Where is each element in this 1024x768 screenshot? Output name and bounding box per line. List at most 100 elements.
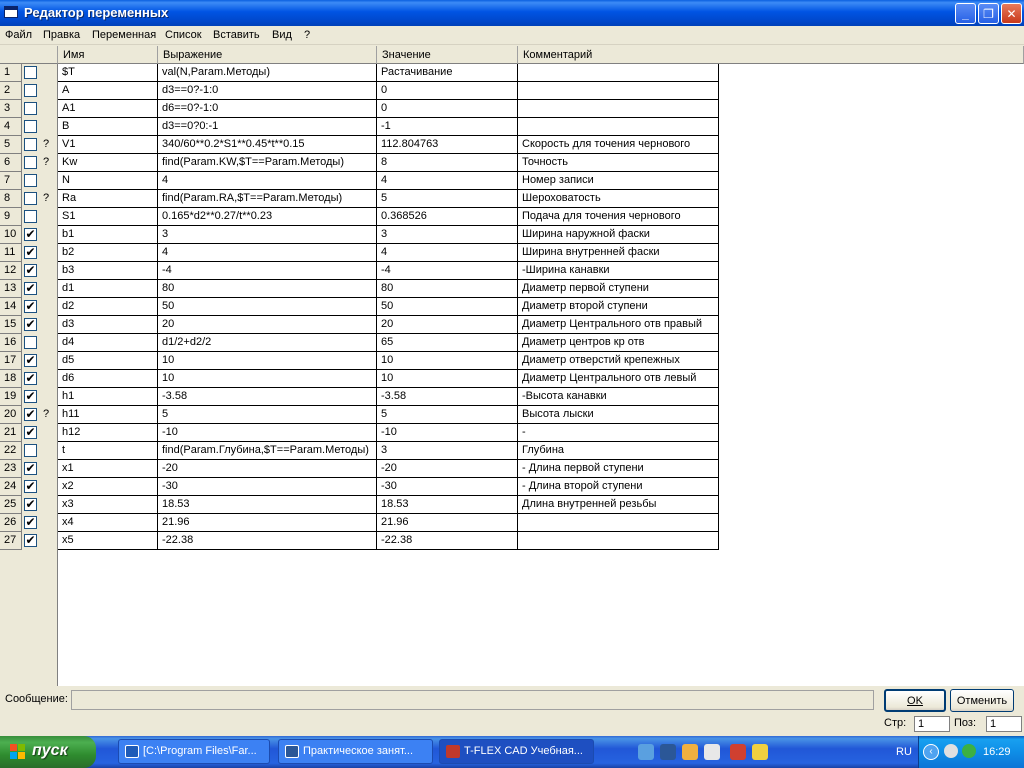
cell-value[interactable]: 50 (377, 298, 518, 316)
cancel-button[interactable]: Отменить (950, 689, 1014, 712)
external-checkbox[interactable] (24, 138, 37, 151)
row-header[interactable]: 15 ✔ (0, 316, 58, 334)
cell-comment[interactable]: Ширина внутренней фаски (518, 244, 719, 262)
cell-name[interactable]: x1 (58, 460, 158, 478)
row-header[interactable]: 17 ✔ (0, 352, 58, 370)
cell-comment[interactable]: Точность (518, 154, 719, 172)
task-word[interactable]: Практическое занят... (278, 739, 433, 764)
row-header[interactable]: 4 (0, 118, 58, 136)
quicklaunch-icon-6[interactable] (752, 744, 768, 760)
cell-value[interactable]: -1 (377, 118, 518, 136)
cell-value[interactable]: -20 (377, 460, 518, 478)
task-tflex[interactable]: T-FLEX CAD Учебная... (439, 739, 594, 764)
cell-name[interactable]: d6 (58, 370, 158, 388)
quicklaunch-icon-5[interactable] (730, 744, 746, 760)
cell-name[interactable]: d2 (58, 298, 158, 316)
cell-comment[interactable] (518, 100, 719, 118)
cell-expression[interactable]: 10 (158, 352, 377, 370)
cell-expression[interactable]: 4 (158, 244, 377, 262)
column-header-comment[interactable]: Комментарий (518, 46, 1024, 64)
cell-comment[interactable]: - (518, 424, 719, 442)
row-header[interactable]: 22 (0, 442, 58, 460)
row-header[interactable]: 14 ✔ (0, 298, 58, 316)
cell-value[interactable]: -10 (377, 424, 518, 442)
cell-expression[interactable]: 5 (158, 406, 377, 424)
row-header[interactable]: 10 ✔ (0, 226, 58, 244)
cell-name[interactable]: x4 (58, 514, 158, 532)
cell-comment[interactable]: Шероховатость (518, 190, 719, 208)
external-checkbox[interactable]: ✔ (24, 462, 37, 475)
column-header-value[interactable]: Значение (377, 46, 518, 64)
cell-value[interactable]: 10 (377, 352, 518, 370)
cell-name[interactable]: h11 (58, 406, 158, 424)
menu-view[interactable]: Вид (272, 29, 292, 41)
cell-value[interactable]: 0.368526 (377, 208, 518, 226)
row-header[interactable]: 23 ✔ (0, 460, 58, 478)
row-header[interactable]: 13 ✔ (0, 280, 58, 298)
cell-comment[interactable]: Диаметр Центрального отв левый (518, 370, 719, 388)
cell-value[interactable]: 5 (377, 406, 518, 424)
cell-value[interactable]: 80 (377, 280, 518, 298)
cell-value[interactable]: 18.53 (377, 496, 518, 514)
variables-grid[interactable]: Имя Выражение Значение Комментарий 1 $T va… (0, 46, 1024, 686)
cell-name[interactable]: t (58, 442, 158, 460)
menu-file[interactable]: Файл (5, 29, 32, 41)
external-checkbox[interactable] (24, 444, 37, 457)
title-bar[interactable]: Редактор переменных _ ❐ ✕ (0, 0, 1024, 26)
row-header[interactable]: 5? (0, 136, 58, 154)
row-header[interactable]: 25 ✔ (0, 496, 58, 514)
menu-edit[interactable]: Правка (43, 29, 80, 41)
cell-expression[interactable]: -10 (158, 424, 377, 442)
row-header[interactable]: 26 ✔ (0, 514, 58, 532)
cell-comment[interactable]: Высота лыски (518, 406, 719, 424)
row-header[interactable]: 1 (0, 64, 58, 82)
tray-expand-icon[interactable]: ‹ (923, 744, 939, 760)
external-checkbox[interactable] (24, 120, 37, 133)
cell-comment[interactable]: Подача для точения чернового (518, 208, 719, 226)
row-header[interactable]: 12 ✔ (0, 262, 58, 280)
cell-comment[interactable]: -Высота канавки (518, 388, 719, 406)
cell-comment[interactable]: Диаметр отверстий крепежных (518, 352, 719, 370)
cell-expression[interactable]: d3==0?-1:0 (158, 82, 377, 100)
cell-expression[interactable]: 4 (158, 172, 377, 190)
cell-name[interactable]: V1 (58, 136, 158, 154)
cell-expression[interactable]: 80 (158, 280, 377, 298)
cell-name[interactable]: d1 (58, 280, 158, 298)
cell-name[interactable]: h12 (58, 424, 158, 442)
external-checkbox[interactable]: ✔ (24, 516, 37, 529)
cell-expression[interactable]: find(Param.Глубина,$T==Param.Методы) (158, 442, 377, 460)
task-far[interactable]: [C:\Program Files\Far... (118, 739, 270, 764)
external-checkbox[interactable]: ✔ (24, 354, 37, 367)
external-checkbox[interactable]: ✔ (24, 228, 37, 241)
cell-value[interactable]: 3 (377, 226, 518, 244)
cell-comment[interactable]: Скорость для точения чернового (518, 136, 719, 154)
cell-comment[interactable]: - Длина второй ступени (518, 478, 719, 496)
cell-comment[interactable]: Диаметр второй ступени (518, 298, 719, 316)
cell-value[interactable]: 112.804763 (377, 136, 518, 154)
cell-expression[interactable]: find(Param.KW,$T==Param.Методы) (158, 154, 377, 172)
cell-expression[interactable]: -22.38 (158, 532, 377, 550)
cell-expression[interactable]: 0.165*d2**0.27/t**0.23 (158, 208, 377, 226)
cell-value[interactable]: Растачивание (377, 64, 518, 82)
quicklaunch-icon-2[interactable] (660, 744, 676, 760)
cell-expression[interactable]: -20 (158, 460, 377, 478)
cell-expression[interactable]: -30 (158, 478, 377, 496)
external-checkbox[interactable]: ✔ (24, 408, 37, 421)
cell-comment[interactable]: Диаметр Центрального отв правый (518, 316, 719, 334)
quicklaunch-icon-4[interactable] (704, 744, 720, 760)
cell-expression[interactable]: 10 (158, 370, 377, 388)
row-header[interactable]: 11 ✔ (0, 244, 58, 262)
cell-name[interactable]: Ra (58, 190, 158, 208)
minimize-button[interactable]: _ (955, 3, 976, 24)
cell-expression[interactable]: -3.58 (158, 388, 377, 406)
external-checkbox[interactable]: ✔ (24, 300, 37, 313)
cell-value[interactable]: -22.38 (377, 532, 518, 550)
start-button[interactable]: пуск (0, 736, 96, 768)
external-checkbox[interactable]: ✔ (24, 372, 37, 385)
cell-comment[interactable] (518, 118, 719, 136)
external-checkbox[interactable] (24, 66, 37, 79)
cell-name[interactable]: h1 (58, 388, 158, 406)
cell-value[interactable]: -30 (377, 478, 518, 496)
external-checkbox[interactable]: ✔ (24, 480, 37, 493)
cell-value[interactable]: 0 (377, 82, 518, 100)
